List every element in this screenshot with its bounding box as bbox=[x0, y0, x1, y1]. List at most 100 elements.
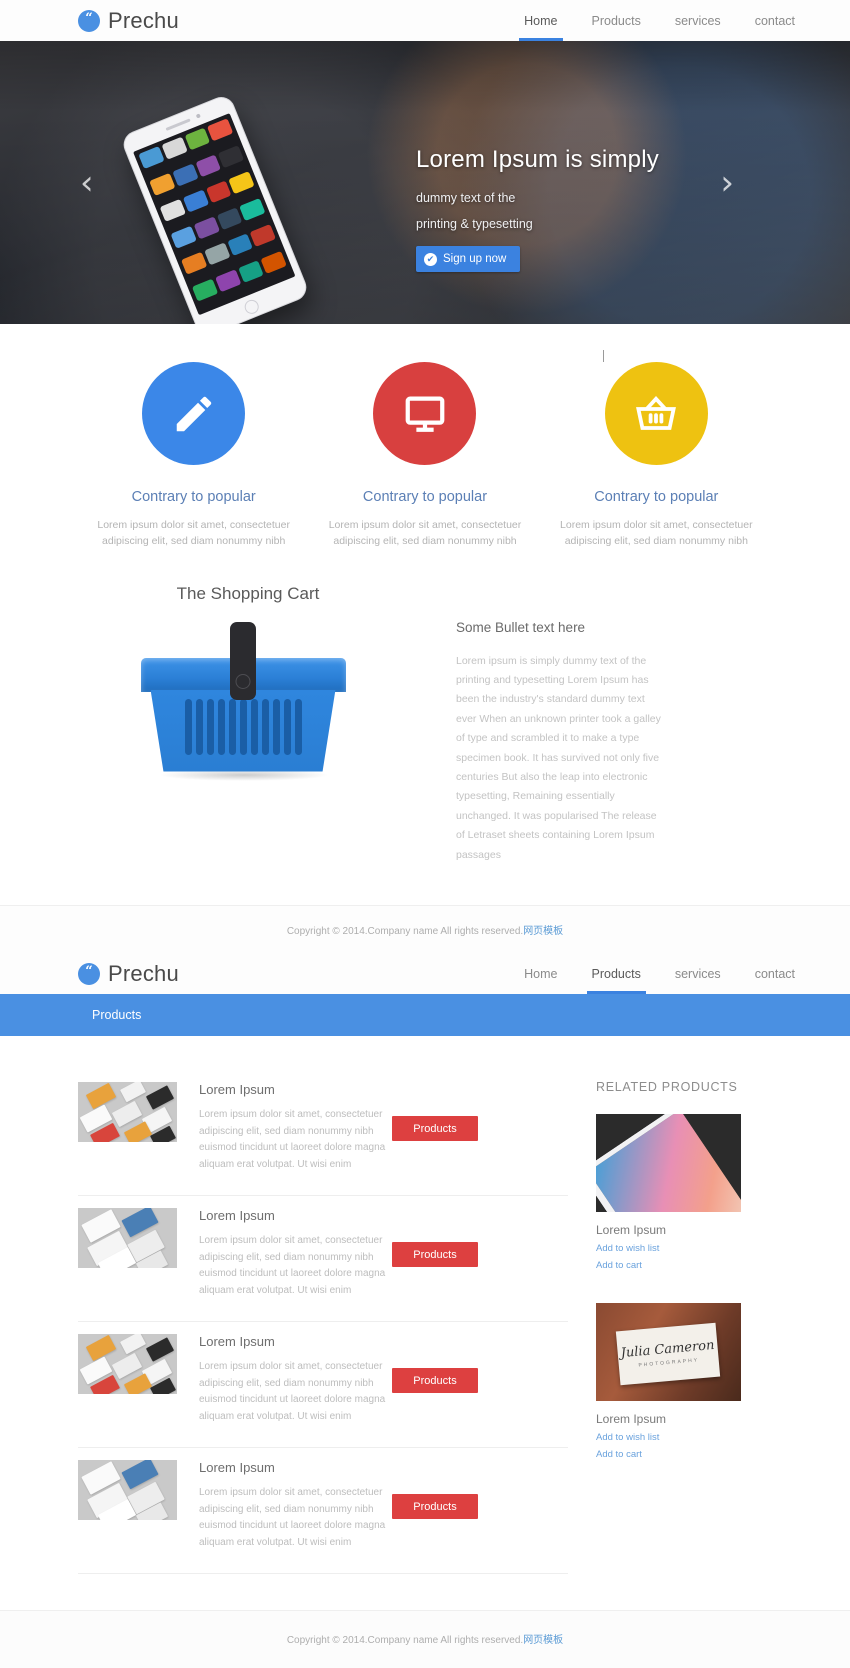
related-product-card: Julia Cameron PHOTOGRAPHY Lorem Ipsum Ad… bbox=[596, 1303, 768, 1460]
hero-subtitle-line2: printing & typesetting bbox=[416, 217, 533, 231]
product-info: Lorem Ipsum Lorem ipsum dolor sit amet, … bbox=[177, 1208, 392, 1299]
nav-item-services-2[interactable]: services bbox=[658, 953, 738, 994]
site-header: “ Prechu Home Products services contact bbox=[0, 0, 850, 41]
home-footer: Copyright © 2014.Company name All rights… bbox=[0, 905, 850, 954]
product-title: Lorem Ipsum bbox=[199, 1460, 275, 1476]
products-body: Lorem Ipsum Lorem ipsum dolor sit amet, … bbox=[0, 1036, 850, 1575]
product-thumbnail[interactable] bbox=[78, 1082, 177, 1143]
related-products-sidebar: RELATED PRODUCTS Lorem Ipsum Add to wish… bbox=[568, 1078, 768, 1574]
feature-card-3[interactable]: Contrary to popular Lorem ipsum dolor si… bbox=[541, 350, 772, 550]
product-button-wrap: Products bbox=[392, 1082, 568, 1142]
feature-text-1: Lorem ipsum dolor sit amet, consectetuer… bbox=[97, 519, 290, 548]
related-product-card: Lorem Ipsum Add to wish list Add to cart bbox=[596, 1114, 768, 1271]
cart-right-column: Some Bullet text here Lorem ipsum is sim… bbox=[408, 584, 772, 866]
products-page: “ Prechu Home Products services contact … bbox=[0, 953, 850, 1668]
related-products-heading: RELATED PRODUCTS bbox=[596, 1080, 738, 1095]
product-button-wrap: Products bbox=[392, 1208, 568, 1268]
copyright-prefix: Copyright © 2014.Company name All rights… bbox=[286, 926, 524, 938]
nav-item-contact-2[interactable]: contact bbox=[738, 953, 812, 994]
product-title: Lorem Ipsum bbox=[199, 1082, 275, 1098]
copyright-text: Copyright © 2014.Company name All rights… bbox=[0, 922, 850, 937]
product-thumbnail[interactable] bbox=[78, 1208, 177, 1269]
product-button[interactable]: Products bbox=[392, 1116, 478, 1142]
text-cursor-mark bbox=[603, 350, 605, 362]
product-description: Lorem ipsum dolor sit amet, consectetuer… bbox=[199, 1361, 386, 1422]
page-banner: Products bbox=[0, 994, 850, 1037]
product-button[interactable]: Products bbox=[392, 1494, 478, 1520]
hero-title: Lorem Ipsum is simply bbox=[416, 146, 659, 173]
product-thumbnail[interactable] bbox=[78, 1460, 177, 1521]
carousel-next-arrow[interactable]: › bbox=[720, 166, 734, 200]
cart-left-column: The Shopping Cart bbox=[78, 584, 408, 866]
products-site-header: “ Prechu Home Products services contact bbox=[0, 953, 850, 995]
related-product-name: Lorem Ipsum bbox=[596, 1412, 667, 1427]
pencil-icon bbox=[142, 362, 246, 465]
product-info: Lorem Ipsum Lorem ipsum dolor sit amet, … bbox=[177, 1082, 392, 1173]
feature-title-3: Contrary to popular bbox=[594, 489, 719, 505]
nav-item-home-2[interactable]: Home bbox=[507, 953, 574, 994]
nav-item-home[interactable]: Home bbox=[507, 0, 574, 41]
shopping-cart-section: The Shopping Cart Some Bullet text here … bbox=[0, 550, 850, 866]
hero-phone-image bbox=[119, 92, 362, 324]
bullet-title: Some Bullet text here bbox=[456, 619, 586, 635]
monitor-icon bbox=[373, 362, 477, 465]
brand-logo[interactable]: “ Prechu bbox=[78, 8, 179, 34]
related-product-thumbnail[interactable]: Julia Cameron PHOTOGRAPHY bbox=[596, 1303, 741, 1402]
copyright-link[interactable]: 网页模板 bbox=[523, 926, 563, 937]
hero-copy: Lorem Ipsum is simply dummy text of the … bbox=[416, 146, 659, 272]
brand-logo-secondary[interactable]: “ Prechu bbox=[78, 961, 179, 987]
main-navigation: Home Products services contact bbox=[507, 0, 812, 41]
signup-button[interactable]: ✔ Sign up now bbox=[416, 246, 520, 272]
add-to-wishlist-link[interactable]: Add to wish list bbox=[596, 1432, 768, 1443]
bullet-text: Lorem ipsum is simply dummy text of the … bbox=[456, 654, 661, 861]
check-icon: ✔ bbox=[424, 252, 437, 266]
page-banner-title: Products bbox=[92, 1008, 142, 1023]
product-row: Lorem Ipsum Lorem ipsum dolor sit amet, … bbox=[78, 1322, 568, 1449]
features-section: Contrary to popular Lorem ipsum dolor si… bbox=[0, 324, 850, 550]
product-info: Lorem Ipsum Lorem ipsum dolor sit amet, … bbox=[177, 1334, 392, 1425]
add-to-cart-link[interactable]: Add to cart bbox=[596, 1260, 768, 1271]
brand-name: Prechu bbox=[108, 7, 179, 33]
nav-item-services[interactable]: services bbox=[658, 0, 738, 41]
signup-button-label: Sign up now bbox=[443, 253, 507, 265]
shopping-basket-image bbox=[140, 621, 346, 781]
carousel-prev-arrow[interactable]: ‹ bbox=[80, 166, 94, 200]
logo-sub-text: PHOTOGRAPHY bbox=[638, 1357, 700, 1369]
quote-icon: “ bbox=[78, 962, 100, 985]
page-root: “ Prechu Home Products services contact … bbox=[0, 0, 850, 1668]
product-row: Lorem Ipsum Lorem ipsum dolor sit amet, … bbox=[78, 1448, 568, 1575]
products-navigation: Home Products services contact bbox=[507, 953, 812, 995]
nav-item-products[interactable]: Products bbox=[575, 0, 658, 41]
feature-title-2: Contrary to popular bbox=[362, 489, 488, 505]
product-button[interactable]: Products bbox=[392, 1242, 478, 1268]
feature-card-1[interactable]: Contrary to popular Lorem ipsum dolor si… bbox=[78, 362, 309, 550]
basket-icon bbox=[604, 362, 708, 465]
nav-item-contact[interactable]: contact bbox=[738, 0, 812, 41]
product-description: Lorem ipsum dolor sit amet, consectetuer… bbox=[199, 1235, 386, 1296]
nav-item-products-2[interactable]: Products bbox=[575, 953, 658, 995]
quote-icon: “ bbox=[78, 9, 100, 32]
product-button-wrap: Products bbox=[392, 1460, 568, 1520]
brand-name-secondary: Prechu bbox=[108, 960, 179, 986]
product-description: Lorem ipsum dolor sit amet, consectetuer… bbox=[199, 1109, 386, 1170]
product-description: Lorem ipsum dolor sit amet, consectetuer… bbox=[199, 1487, 386, 1548]
products-footer: Copyright © 2014.Company name All rights… bbox=[0, 1610, 850, 1668]
product-button[interactable]: Products bbox=[392, 1368, 478, 1394]
hero-subtitle-line1: dummy text of the bbox=[416, 191, 516, 205]
related-product-thumbnail[interactable] bbox=[596, 1114, 741, 1213]
product-thumbnail[interactable] bbox=[78, 1334, 177, 1395]
product-row: Lorem Ipsum Lorem ipsum dolor sit amet, … bbox=[78, 1078, 568, 1197]
add-to-wishlist-link[interactable]: Add to wish list bbox=[596, 1243, 768, 1254]
product-row: Lorem Ipsum Lorem ipsum dolor sit amet, … bbox=[78, 1196, 568, 1323]
feature-card-2[interactable]: Contrary to popular Lorem ipsum dolor si… bbox=[309, 362, 540, 550]
add-to-cart-link[interactable]: Add to cart bbox=[596, 1449, 768, 1460]
feature-text-3: Lorem ipsum dolor sit amet, consectetuer… bbox=[560, 519, 753, 548]
product-title: Lorem Ipsum bbox=[199, 1334, 275, 1350]
feature-title-1: Contrary to popular bbox=[131, 489, 256, 505]
product-title: Lorem Ipsum bbox=[199, 1208, 275, 1224]
related-product-name: Lorem Ipsum bbox=[596, 1223, 667, 1238]
cart-heading: The Shopping Cart bbox=[176, 583, 320, 603]
copyright-text-bottom: Copyright © 2014.Company name All rights… bbox=[0, 1631, 850, 1646]
product-info: Lorem Ipsum Lorem ipsum dolor sit amet, … bbox=[177, 1460, 392, 1551]
feature-text-2: Lorem ipsum dolor sit amet, consectetuer… bbox=[328, 519, 522, 548]
